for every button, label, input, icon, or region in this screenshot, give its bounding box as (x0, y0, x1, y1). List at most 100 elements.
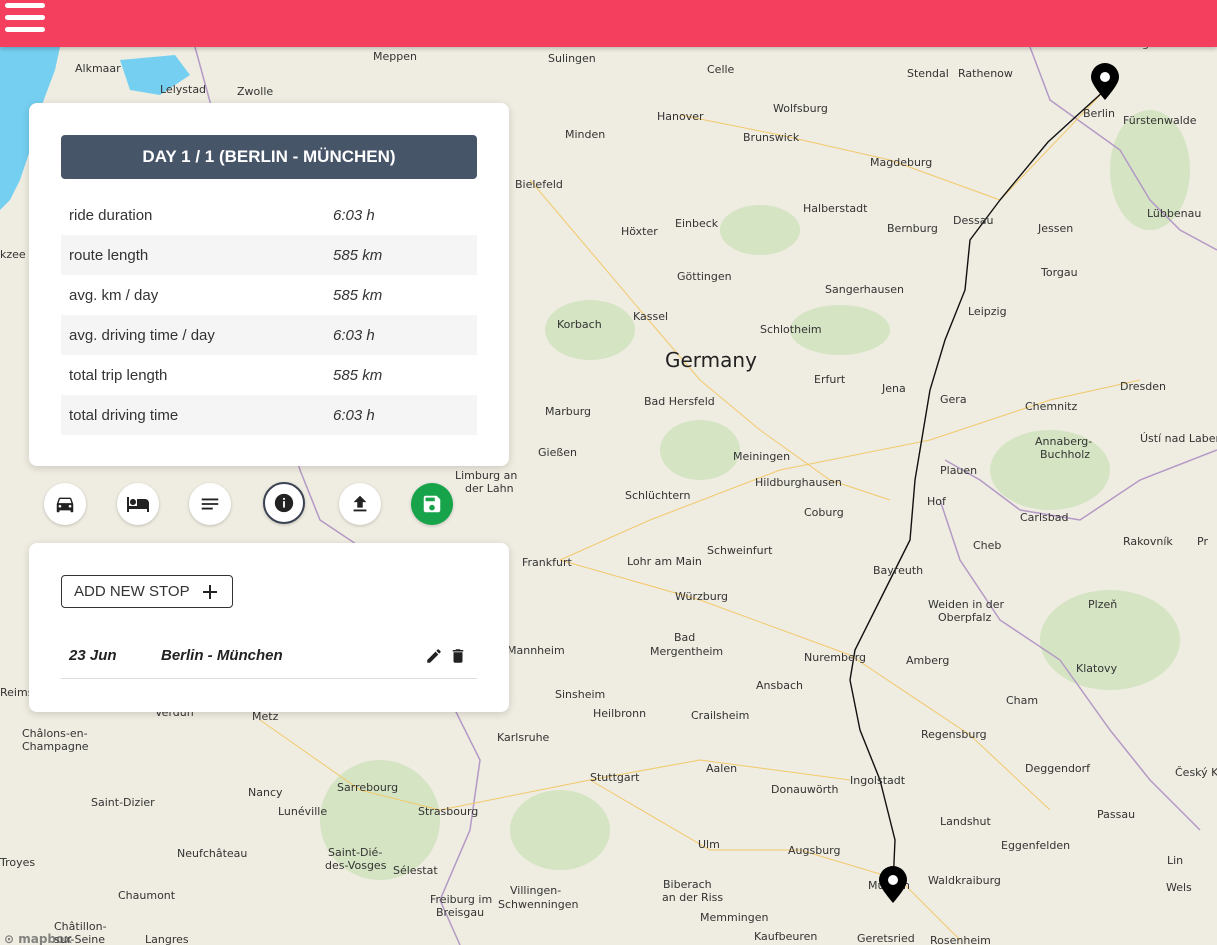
svg-text:Einbeck: Einbeck (675, 217, 719, 230)
stat-label: total trip length (69, 366, 168, 384)
svg-text:Chaumont: Chaumont (118, 889, 176, 902)
stat-row: total trip length 585 km (61, 355, 477, 395)
svg-text:Lübbenau: Lübbenau (1147, 207, 1201, 220)
bed-button[interactable] (117, 483, 159, 525)
svg-text:Breisgau: Breisgau (436, 906, 484, 919)
trip-stats-card: DAY 1 / 1 (BERLIN - MÜNCHEN) ride durati… (29, 103, 509, 466)
svg-text:Nuremberg: Nuremberg (804, 651, 866, 664)
upload-icon (353, 495, 367, 512)
svg-text:Germany: Germany (665, 348, 757, 372)
svg-text:Leipzig: Leipzig (968, 305, 1007, 318)
svg-text:Châlons-en-: Châlons-en- (22, 727, 88, 740)
svg-text:Rakovník: Rakovník (1123, 535, 1173, 548)
svg-text:Brunswick: Brunswick (743, 131, 800, 144)
stat-label: total driving time (69, 406, 179, 424)
svg-text:Schwenningen: Schwenningen (498, 898, 578, 911)
svg-text:Weiden in der: Weiden in der (928, 598, 1005, 611)
svg-text:Ansbach: Ansbach (756, 679, 803, 692)
stat-row: avg. driving time / day 6:03 h (61, 315, 477, 355)
svg-text:Buchholz: Buchholz (1040, 448, 1090, 461)
svg-text:Torgau: Torgau (1040, 266, 1078, 279)
svg-text:Berlin: Berlin (1083, 107, 1115, 120)
svg-text:Gießen: Gießen (538, 446, 577, 459)
svg-text:Dresden: Dresden (1120, 380, 1166, 393)
svg-text:Lunéville: Lunéville (278, 805, 327, 818)
svg-text:Augsburg: Augsburg (788, 844, 840, 857)
notes-icon (201, 498, 219, 510)
edit-stop-button[interactable] (425, 647, 443, 665)
delete-stop-button[interactable] (449, 647, 467, 665)
svg-text:Erfurt: Erfurt (814, 373, 846, 386)
svg-text:Nancy: Nancy (248, 786, 283, 799)
stat-row: total driving time 6:03 h (61, 395, 477, 435)
stat-label: avg. driving time / day (69, 326, 215, 344)
save-button[interactable] (411, 483, 453, 525)
svg-text:Cham: Cham (1006, 694, 1038, 707)
svg-text:Alkmaar: Alkmaar (75, 62, 121, 75)
stats-table: ride duration 6:03 h route length 585 km… (61, 195, 477, 435)
svg-text:Passau: Passau (1097, 808, 1135, 821)
svg-text:Bernburg: Bernburg (887, 222, 938, 235)
svg-text:Meppen: Meppen (373, 50, 417, 63)
svg-text:Magdeburg: Magdeburg (870, 156, 932, 169)
svg-text:Hof: Hof (927, 495, 947, 508)
svg-text:des-Vosges: des-Vosges (325, 859, 387, 872)
svg-text:Hildburghausen: Hildburghausen (755, 476, 842, 489)
svg-text:Biberach: Biberach (663, 878, 712, 891)
map-attribution[interactable]: ⊙ mapbox (4, 932, 72, 945)
svg-text:Bayreuth: Bayreuth (873, 564, 923, 577)
svg-text:Waldkraiburg: Waldkraiburg (928, 874, 1001, 887)
svg-text:Carlsbad: Carlsbad (1020, 511, 1068, 524)
svg-text:Bielefeld: Bielefeld (515, 178, 563, 191)
svg-text:Hanover: Hanover (657, 110, 704, 123)
svg-text:Troyes: Troyes (0, 856, 35, 869)
info-icon (274, 493, 294, 513)
svg-text:Korbach: Korbach (557, 318, 602, 331)
stat-value: 585 km (333, 246, 383, 264)
svg-text:Freiburg im: Freiburg im (430, 893, 492, 906)
svg-text:Annaberg-: Annaberg- (1035, 435, 1092, 448)
stat-row: avg. km / day 585 km (61, 275, 477, 315)
svg-text:Landshut: Landshut (940, 815, 991, 828)
svg-text:Sélestat: Sélestat (393, 864, 438, 877)
notes-button[interactable] (189, 483, 231, 525)
svg-text:Český Krum: Český Krum (1175, 766, 1217, 779)
svg-text:Lohr am Main: Lohr am Main (627, 555, 702, 568)
svg-text:an der Riss: an der Riss (662, 891, 723, 904)
svg-text:Bad Hersfeld: Bad Hersfeld (644, 395, 715, 408)
upload-button[interactable] (339, 483, 381, 525)
hamburger-menu-icon[interactable] (5, 3, 45, 37)
svg-text:Villingen-: Villingen- (510, 884, 561, 897)
svg-text:Kaufbeuren: Kaufbeuren (754, 930, 817, 943)
day-header[interactable]: DAY 1 / 1 (BERLIN - MÜNCHEN) (61, 135, 477, 179)
svg-text:Minden: Minden (565, 128, 605, 141)
stop-list-item[interactable]: 23 Jun Berlin - München (61, 633, 477, 679)
svg-text:Donauwörth: Donauwörth (771, 783, 838, 796)
svg-text:Plauen: Plauen (940, 464, 977, 477)
stop-name: Berlin - München (161, 647, 283, 664)
svg-text:der Lahn: der Lahn (465, 482, 514, 495)
svg-text:Sinsheim: Sinsheim (555, 688, 605, 701)
stat-row: ride duration 6:03 h (61, 195, 477, 235)
svg-text:Klatovy: Klatovy (1076, 662, 1118, 675)
svg-text:Halberstadt: Halberstadt (803, 202, 868, 215)
svg-text:Wels: Wels (1166, 881, 1192, 894)
svg-text:Mergentheim: Mergentheim (650, 645, 723, 658)
svg-text:Lin: Lin (1167, 854, 1183, 867)
svg-text:Cheb: Cheb (973, 539, 1001, 552)
svg-text:Lelystad: Lelystad (160, 83, 206, 96)
plus-icon (202, 584, 217, 599)
svg-text:Crailsheim: Crailsheim (691, 709, 749, 722)
svg-text:Karlsruhe: Karlsruhe (497, 731, 550, 744)
stops-card: ADD NEW STOP 23 Jun Berlin - München (29, 543, 509, 712)
svg-text:Langres: Langres (145, 933, 189, 945)
stat-row: route length 585 km (61, 235, 477, 275)
car-button[interactable] (44, 483, 86, 525)
svg-text:Gera: Gera (940, 393, 967, 406)
stat-value: 585 km (333, 366, 383, 384)
info-button[interactable] (263, 482, 305, 524)
stat-value: 6:03 h (333, 206, 375, 224)
add-new-stop-button[interactable]: ADD NEW STOP (61, 575, 233, 608)
stat-label: route length (69, 246, 149, 264)
svg-text:Chemnitz: Chemnitz (1025, 400, 1077, 413)
